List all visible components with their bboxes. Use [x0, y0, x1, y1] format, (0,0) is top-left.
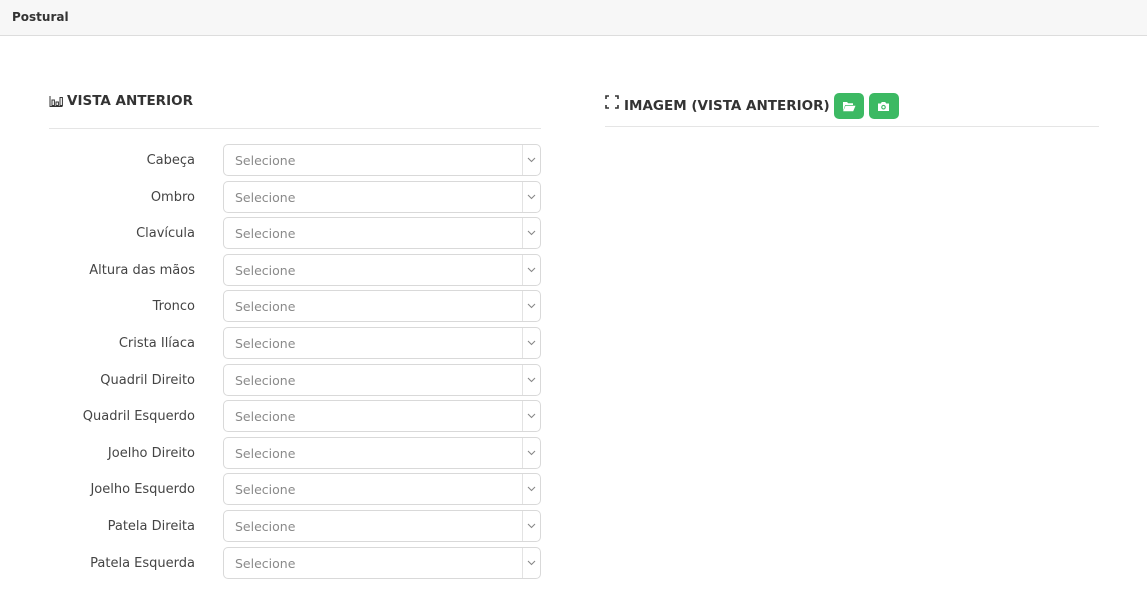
open-folder-button[interactable] [833, 93, 864, 119]
field-label: Clavícula [136, 226, 195, 242]
form-row-clavicula: Clavícula Selecione [49, 217, 541, 254]
expand-icon [605, 95, 619, 109]
select-value: Selecione [235, 226, 296, 242]
field-label: Joelho Direito [107, 445, 195, 461]
select-value: Selecione [235, 372, 296, 388]
vista-anterior-section: VISTA ANTERIOR Cabeça Selecione Ombro Se… [49, 90, 541, 579]
chevron-down-icon [522, 510, 540, 541]
form-row-joelho-esquerdo: Joelho Esquerdo Selecione [49, 473, 541, 510]
form-row-crista-iliaca: Crista Ilíaca Selecione [49, 326, 541, 364]
chevron-down-icon [522, 437, 540, 468]
form-row-joelho-direito: Joelho Direito Selecione [49, 436, 541, 474]
field-label: Quadril Esquerdo [82, 409, 195, 425]
field-label: Tronco [152, 299, 195, 315]
select-value: Selecione [235, 518, 296, 534]
patela-esquerda-select[interactable]: Selecione [223, 546, 541, 579]
clavicula-select[interactable]: Selecione [223, 217, 541, 250]
field-label: Cabeça [146, 153, 195, 168]
select-value: Selecione [235, 153, 296, 168]
select-value: Selecione [235, 262, 296, 278]
page-title: Postural [12, 10, 69, 24]
altura-maos-select[interactable]: Selecione [223, 253, 541, 286]
crista-iliaca-select[interactable]: Selecione [223, 326, 541, 359]
chevron-down-icon [522, 547, 540, 578]
imagem-section: IMAGEM (VISTA ANTERIOR) [605, 90, 1099, 127]
select-value: Selecione [235, 189, 296, 205]
select-value: Selecione [235, 335, 296, 351]
select-value: Selecione [235, 555, 296, 571]
section-divider [49, 128, 541, 129]
field-label: Patela Direita [107, 518, 195, 534]
select-value: Selecione [235, 445, 296, 461]
camera-icon [878, 101, 890, 111]
folder-open-icon [842, 101, 856, 111]
form-row-quadril-esquerdo: Quadril Esquerdo Selecione [49, 400, 541, 437]
select-value: Selecione [235, 482, 296, 498]
chevron-down-icon [522, 218, 540, 249]
bar-chart-icon [49, 95, 63, 107]
chevron-down-icon [522, 291, 540, 322]
chevron-down-icon [522, 327, 540, 358]
section-divider [605, 126, 1099, 127]
section-header: IMAGEM (VISTA ANTERIOR) [605, 92, 1099, 120]
field-label: Quadril Direito [100, 372, 195, 388]
cabeca-select[interactable]: Selecione [223, 144, 541, 176]
form-row-patela-direita: Patela Direita Selecione [49, 509, 541, 547]
field-label: Patela Esquerda [90, 555, 195, 571]
joelho-esquerdo-select[interactable]: Selecione [223, 473, 541, 506]
patela-direita-select[interactable]: Selecione [223, 509, 541, 542]
select-value: Selecione [235, 409, 296, 425]
form-row-cabeca: Cabeça Selecione [49, 144, 541, 181]
select-value: Selecione [235, 299, 296, 315]
field-label: Crista Ilíaca [118, 335, 195, 351]
quadril-esquerdo-select[interactable]: Selecione [223, 400, 541, 433]
section-title: IMAGEM (VISTA ANTERIOR) [624, 98, 830, 114]
tronco-select[interactable]: Selecione [223, 290, 541, 323]
ombro-select[interactable]: Selecione [223, 180, 541, 213]
field-label: Joelho Esquerdo [90, 482, 195, 498]
posture-form: Cabeça Selecione Ombro Selecione Clavícu… [49, 144, 541, 583]
form-row-ombro: Ombro Selecione [49, 180, 541, 218]
chevron-down-icon [522, 181, 540, 212]
form-row-altura-maos: Altura das mãos Selecione [49, 253, 541, 291]
joelho-direito-select[interactable]: Selecione [223, 436, 541, 469]
form-row-tronco: Tronco Selecione [49, 290, 541, 327]
form-row-patela-esquerda: Patela Esquerda Selecione [49, 546, 541, 584]
field-label: Altura das mãos [89, 262, 195, 278]
top-bar: Postural [0, 0, 1147, 36]
camera-button[interactable] [868, 93, 899, 119]
chevron-down-icon [522, 364, 540, 395]
section-title: VISTA ANTERIOR [67, 93, 193, 109]
chevron-down-icon [522, 254, 540, 285]
chevron-down-icon [522, 474, 540, 505]
quadril-direito-select[interactable]: Selecione [223, 363, 541, 396]
chevron-down-icon [522, 401, 540, 432]
section-header: VISTA ANTERIOR [49, 90, 541, 112]
form-row-quadril-direito: Quadril Direito Selecione [49, 363, 541, 401]
field-label: Ombro [150, 189, 195, 205]
chevron-down-icon [522, 145, 540, 175]
